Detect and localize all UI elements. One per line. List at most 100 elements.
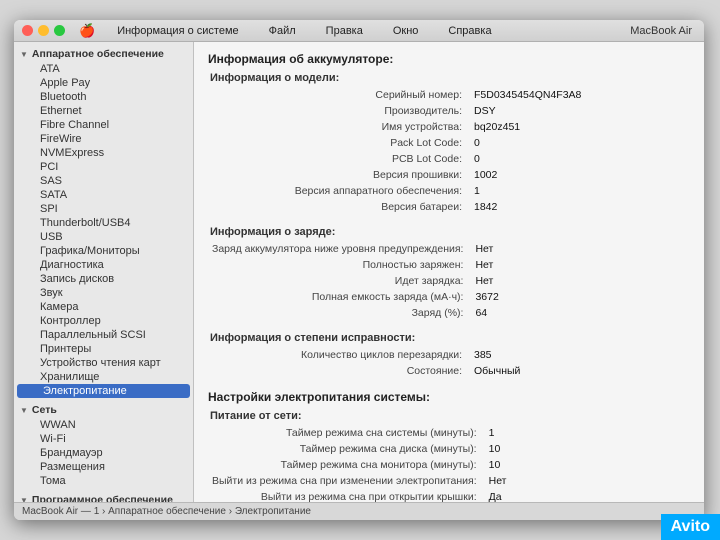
sidebar-item-locations[interactable]: Размещения [14,460,193,474]
table-row: Таймер режима сна диска (минуты):10 [210,442,688,456]
sidebar-item-sas[interactable]: SAS [14,174,193,188]
model-table: Серийный номер:F5D0345454QN4F3A8Производ… [208,86,690,216]
close-button[interactable] [22,25,33,36]
sidebar-item-usb[interactable]: USB [14,230,193,244]
row-label: Полностью заряжен: [210,258,471,272]
network-power-table: Таймер режима сна системы (минуты):1 Тайм… [208,424,690,502]
model-section-header: Информация о модели: [208,72,690,84]
row-value: Да [487,490,688,502]
row-value: 0 [472,136,688,150]
sidebar-item-wifi[interactable]: Wi-Fi [14,432,193,446]
row-value: 10 [487,458,688,472]
table-row: Версия батареи:1842 [210,200,688,214]
row-value: 1842 [472,200,688,214]
menu-item-help[interactable]: Справка [440,23,499,39]
row-label: Имя устройства: [210,120,470,134]
row-value: DSY [472,104,688,118]
sidebar-item-diagnostics[interactable]: Диагностика [14,258,193,272]
row-value: Нет [473,242,688,256]
sidebar-section-hardware: ▼ Аппаратное обеспечение [14,46,193,62]
sidebar-item-volumes[interactable]: Тома [14,474,193,488]
table-row: Количество циклов перезарядки:385 [210,348,688,362]
sidebar-item-fibrechannel[interactable]: Fibre Channel [14,118,193,132]
menu-item-app[interactable]: Информация о системе [109,23,246,39]
row-value: F5D0345454QN4F3A8 [472,88,688,102]
health-section-header: Информация о степени исправности: [208,332,690,344]
triangle-icon-net: ▼ [20,406,28,415]
row-label: Производитель: [210,104,470,118]
sidebar-item-diskburn[interactable]: Запись дисков [14,272,193,286]
screenshot-wrapper: 🍎 Информация о системе Файл Правка Окно … [0,0,720,540]
network-power-header: Питание от сети: [208,410,690,422]
table-row: Заряд аккумулятора ниже уровня предупреж… [210,242,688,256]
row-value: 1 [487,426,688,440]
sidebar-item-printers[interactable]: Принтеры [14,342,193,356]
menu-item-file[interactable]: Файл [261,23,304,39]
sidebar-item-sound[interactable]: Звук [14,286,193,300]
table-row: Имя устройства:bq20z451 [210,120,688,134]
breadcrumb-text: MacBook Air — 1 › Аппаратное обеспечение… [22,506,311,517]
sidebar-item-power[interactable]: Электропитание [17,384,190,398]
table-row: Таймер режима сна системы (минуты):1 [210,426,688,440]
main-content: ▼ Аппаратное обеспечение ATA Apple Pay B… [14,42,704,502]
sidebar-item-ethernet[interactable]: Ethernet [14,104,193,118]
row-value: 1002 [472,168,688,182]
row-value: 64 [473,306,688,320]
row-label: Таймер режима сна монитора (минуты): [210,458,485,472]
row-value: 385 [472,348,688,362]
sidebar-item-graphics[interactable]: Графика/Мониторы [14,244,193,258]
row-value: 1 [472,184,688,198]
sidebar-item-bluetooth[interactable]: Bluetooth [14,90,193,104]
row-label: PCB Lot Code: [210,152,470,166]
sidebar-item-storage[interactable]: Хранилище [14,370,193,384]
row-value: Обычный [472,364,688,378]
table-row: Полностью заряжен:Нет [210,258,688,272]
sidebar-item-firewire[interactable]: FireWire [14,132,193,146]
triangle-icon: ▼ [20,50,28,59]
sidebar-item-applepay[interactable]: Apple Pay [14,76,193,90]
sidebar-item-firewall[interactable]: Брандмауэр [14,446,193,460]
apple-icon[interactable]: 🍎 [79,23,95,39]
row-value: 10 [487,442,688,456]
row-label: Выйти из режима сна при открытии крышки: [210,490,485,502]
sidebar-item-ata[interactable]: ATA [14,62,193,76]
row-label: Выйти из режима сна при изменении электр… [210,474,485,488]
table-row: Таймер режима сна монитора (минуты):10 [210,458,688,472]
window-title: MacBook Air [630,25,692,37]
sidebar-item-pci[interactable]: PCI [14,160,193,174]
sidebar-item-wwan[interactable]: WWAN [14,418,193,432]
sidebar-item-nvmexpress[interactable]: NVMExpress [14,146,193,160]
table-row: Производитель:DSY [210,104,688,118]
minimize-button[interactable] [38,25,49,36]
sidebar: ▼ Аппаратное обеспечение ATA Apple Pay B… [14,42,194,502]
menu-bar: 🍎 Информация о системе Файл Правка Окно … [79,23,500,39]
row-label: Серийный номер: [210,88,470,102]
sidebar-item-thunderbolt[interactable]: Thunderbolt/USB4 [14,216,193,230]
menu-item-edit[interactable]: Правка [318,23,371,39]
row-value: Нет [473,258,688,272]
table-row: Версия аппаратного обеспечения:1 [210,184,688,198]
row-value: Нет [487,474,688,488]
table-row: Идет зарядка:Нет [210,274,688,288]
maximize-button[interactable] [54,25,65,36]
sidebar-item-controller[interactable]: Контроллер [14,314,193,328]
table-row: Pack Lot Code:0 [210,136,688,150]
breadcrumb-bar: MacBook Air — 1 › Аппаратное обеспечение… [14,502,704,520]
menu-item-window[interactable]: Окно [385,23,427,39]
row-label: Состояние: [210,364,470,378]
sidebar-item-parallelscsi[interactable]: Параллельный SCSI [14,328,193,342]
sidebar-item-spi[interactable]: SPI [14,202,193,216]
mac-window: 🍎 Информация о системе Файл Правка Окно … [14,20,704,520]
sidebar-item-camera[interactable]: Камера [14,300,193,314]
row-label: Версия аппаратного обеспечения: [210,184,470,198]
table-row: Серийный номер:F5D0345454QN4F3A8 [210,88,688,102]
sidebar-item-sata[interactable]: SATA [14,188,193,202]
sidebar-section-software: ▼ Программное обеспечение [14,492,193,502]
traffic-lights [22,25,65,36]
row-label: Заряд аккумулятора ниже уровня предупреж… [210,242,471,256]
sidebar-item-cardreader[interactable]: Устройство чтения карт [14,356,193,370]
row-label: Версия батареи: [210,200,470,214]
avito-badge: Avito [661,514,720,540]
table-row: Состояние:Обычный [210,364,688,378]
row-label: Идет зарядка: [210,274,471,288]
